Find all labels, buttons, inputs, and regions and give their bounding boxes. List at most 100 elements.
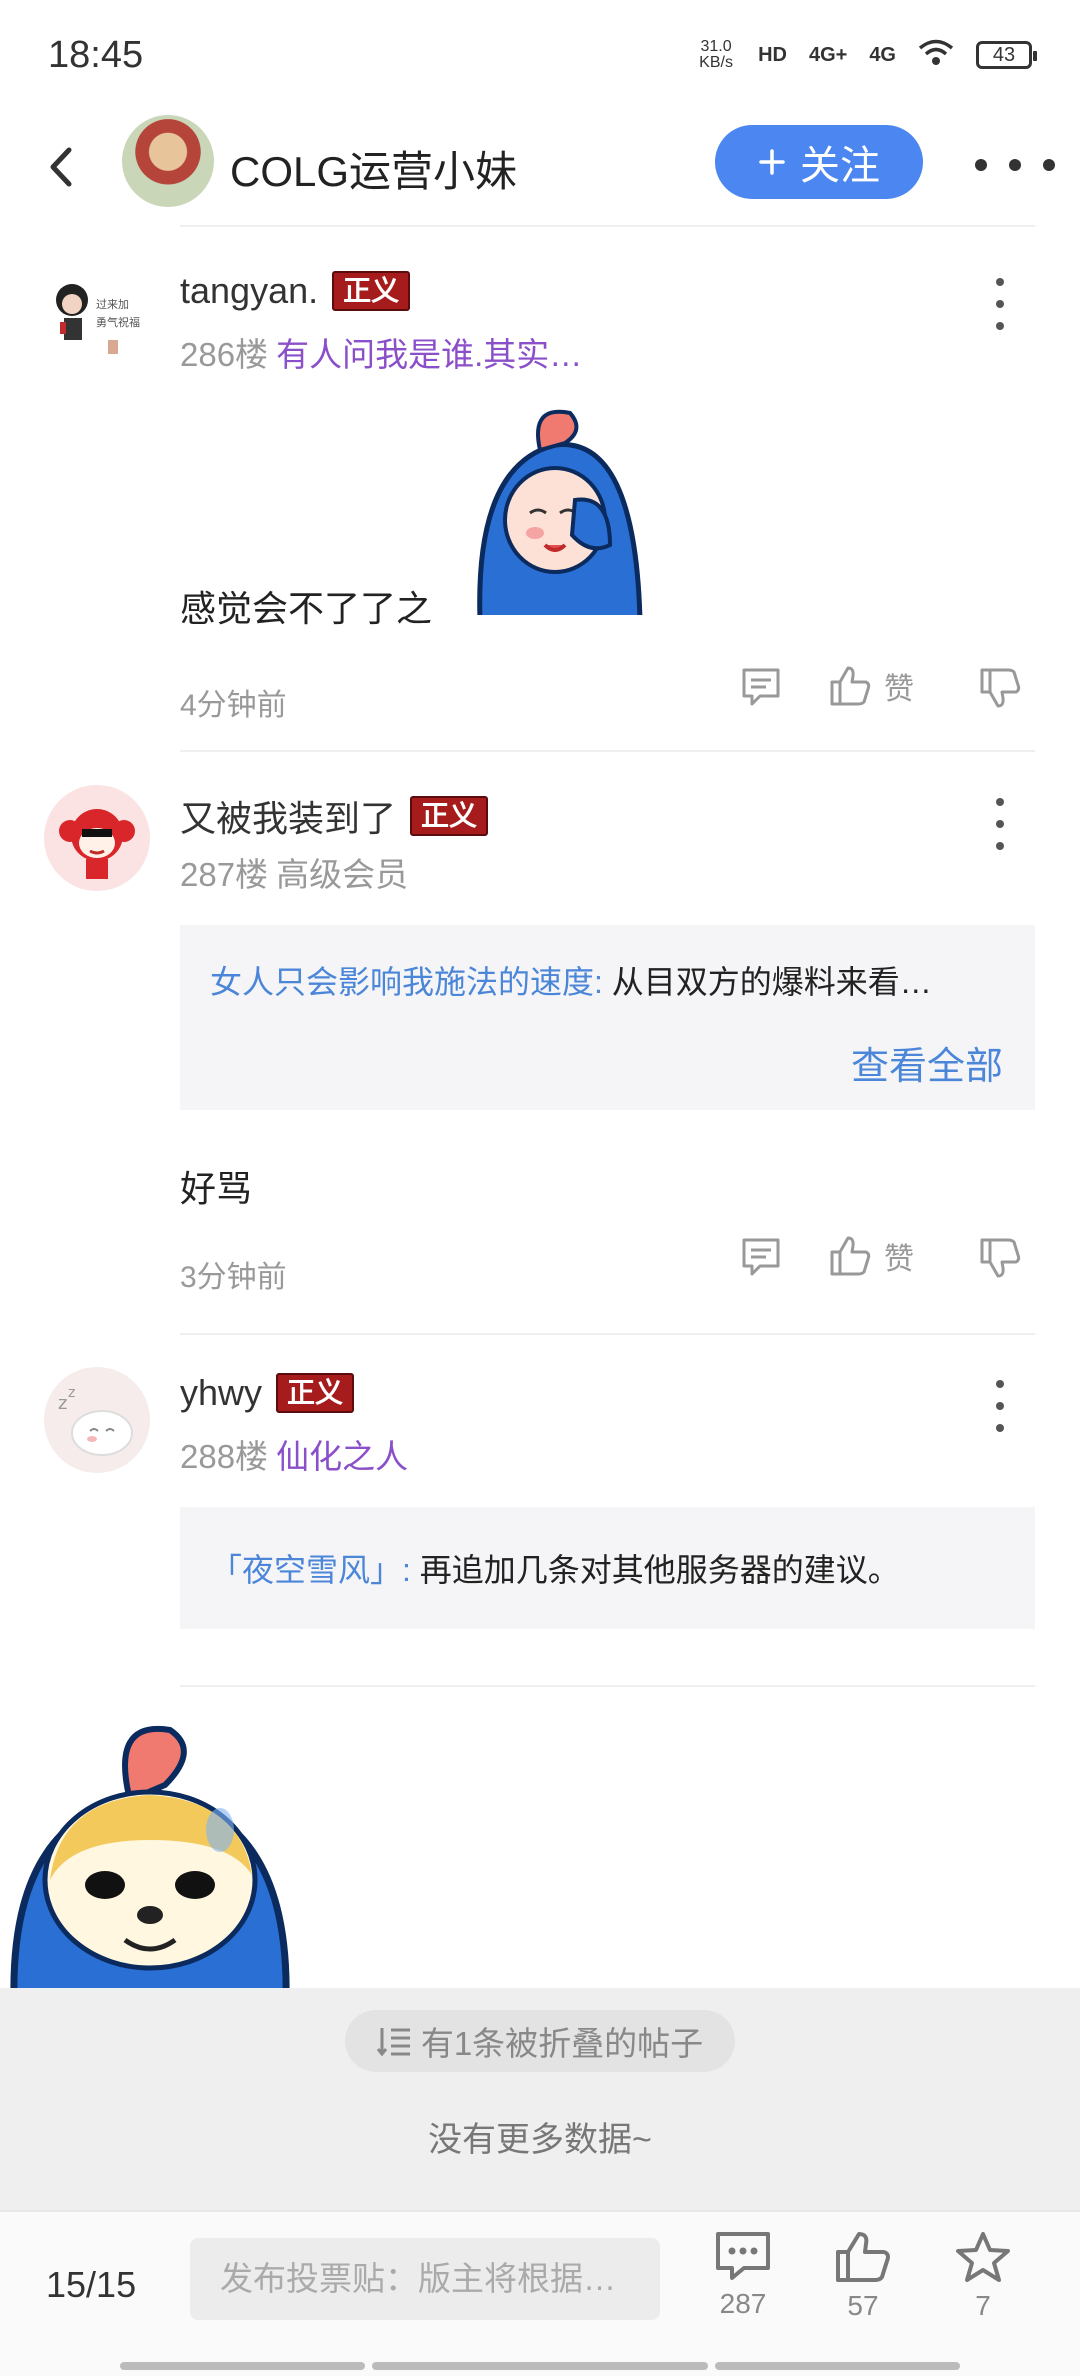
status-bar: 18:45 31.0 KB/s HD 4G+ 4G 43 [0, 0, 1080, 110]
bottom-action-bar: 15/15 发布投票贴：版主将根据… 287 57 7 [0, 2210, 1080, 2376]
user-badge: 正义 [276, 1373, 355, 1413]
thumbs-up-icon [830, 666, 871, 706]
post-menu-button[interactable] [985, 1380, 1015, 1432]
divider [180, 750, 1035, 752]
top-nav: COLG运营小妹 关注 [0, 110, 1080, 225]
more-options-button[interactable] [975, 140, 1055, 190]
signal-4g-icon: 4G [869, 43, 896, 66]
avatar-illustration: 过来加 勇气祝福 [56, 284, 140, 354]
post-288: z z yhwy 正义 288楼 仙化之人 「夜空雪风」: 再追加几条对其他服务器… [0, 1362, 1080, 1682]
svg-text:z: z [68, 1385, 75, 1401]
comment-bubble-icon [716, 2232, 770, 2280]
folded-posts-button[interactable]: 有1条被折叠的帖子 [345, 2010, 735, 2072]
user-avatar[interactable] [44, 785, 150, 891]
post-287: 又被我装到了 正义 287楼 高级会员 女人只会影响我施法的速度: 从目双方的爆料… [0, 780, 1080, 1335]
dislike-button[interactable] [978, 1236, 1022, 1285]
folded-posts-area: 有1条被折叠的帖子 没有更多数据~ [0, 1988, 1080, 2210]
like-thread-button[interactable]: 57 [818, 2230, 908, 2322]
signal-4g-plus-icon: 4G+ [808, 43, 848, 66]
avatar-illustration [59, 809, 135, 879]
thumbs-down-icon [980, 668, 1021, 708]
blue-mascot-sticker [477, 409, 643, 615]
shiba-mascot-icon [10, 1725, 290, 1988]
network-speed: 31.0 KB/s [699, 38, 733, 71]
quoted-text: 从目双方的爆料来看… [602, 964, 932, 1000]
home-indicator [715, 2362, 960, 2370]
status-time: 18:45 [48, 34, 144, 76]
quoted-reply[interactable]: 女人只会影响我施法的速度: 从目双方的爆料来看… 查看全部 [180, 925, 1035, 1110]
favorite-button[interactable]: 7 [938, 2230, 1028, 2322]
username[interactable]: 又被我装到了 [180, 790, 396, 842]
divider [180, 1333, 1035, 1335]
user-badge: 正义 [332, 271, 411, 311]
fold-list-icon [376, 2028, 410, 2057]
follow-button[interactable]: 关注 [715, 125, 923, 199]
post-meta: 286楼 有人问我是谁.其实… [180, 328, 582, 376]
comments-button[interactable]: 287 [698, 2230, 788, 2320]
comment-icon [742, 1238, 780, 1276]
username-row: tangyan. 正义 [180, 270, 411, 312]
divider [180, 1685, 1035, 1687]
username-row: yhwy 正义 [180, 1372, 355, 1414]
username-row: 又被我装到了 正义 [180, 790, 489, 842]
battery-icon: 43 [976, 41, 1037, 69]
floating-mascot[interactable] [0, 1700, 300, 1988]
user-level: 高级会员 [276, 856, 409, 893]
thumbs-down-icon [980, 1238, 1021, 1278]
user-avatar[interactable]: 过来加 勇气祝福 [44, 260, 150, 366]
post-menu-button[interactable] [985, 278, 1015, 330]
post-menu-button[interactable] [985, 798, 1015, 850]
post-actions: 赞 [740, 662, 1030, 712]
hd-icon: HD [758, 43, 787, 66]
svg-text:勇气祝福: 勇气祝福 [96, 315, 140, 329]
quoted-text: 再追加几条对其他服务器的建议。 [410, 1552, 900, 1588]
wifi-icon [918, 39, 954, 72]
quoted-reply[interactable]: 「夜空雪风」: 再追加几条对其他服务器的建议。 [180, 1507, 1035, 1629]
chevron-left-icon [50, 147, 72, 187]
floor-number: 286楼 [180, 336, 269, 373]
favorites-count: 7 [975, 2290, 991, 2321]
star-icon [956, 2232, 1010, 2282]
post-actions: 赞 [740, 1232, 1030, 1282]
post-286: 过来加 勇气祝福 tangyan. 正义 286楼 有人问我是谁.其实… 感觉会不… [0, 260, 1080, 750]
page-indicator[interactable]: 15/15 [46, 2264, 136, 2306]
post-meta: 287楼 高级会员 [180, 848, 408, 896]
like-button[interactable]: 赞 [828, 1234, 914, 1278]
home-indicator [120, 2362, 365, 2370]
quoted-username[interactable]: 「夜空雪风」: [210, 1552, 411, 1588]
dislike-button[interactable] [978, 666, 1022, 715]
avatar-illustration: z z [58, 1385, 133, 1456]
user-avatar[interactable]: z z [44, 1367, 150, 1473]
thumbs-up-icon [836, 2232, 890, 2282]
thumbs-up-icon [830, 1236, 871, 1276]
reply-input[interactable]: 发布投票贴：版主将根据… [190, 2238, 660, 2320]
status-icons: 31.0 KB/s HD 4G+ 4G 43 [696, 34, 1037, 76]
quoted-username[interactable]: 女人只会影响我施法的速度: [210, 964, 603, 1000]
likes-count: 57 [847, 2290, 879, 2321]
like-button[interactable]: 赞 [828, 664, 914, 708]
post-content: 感觉会不了了之 [180, 588, 433, 629]
back-button[interactable] [30, 132, 90, 202]
user-badge: 正义 [410, 796, 489, 836]
post-time: 3分钟前 [180, 1261, 287, 1294]
plus-icon [759, 149, 785, 175]
reply-button[interactable] [740, 666, 782, 713]
page-title: COLG运营小妹 [230, 148, 518, 195]
view-all-link[interactable]: 查看全部 [851, 1035, 1003, 1090]
user-level: 仙化之人 [276, 1438, 409, 1475]
no-more-data-text: 没有更多数据~ [428, 2121, 652, 2159]
comment-icon [742, 668, 780, 706]
floor-number: 287楼 [180, 856, 269, 893]
svg-text:z: z [58, 1393, 67, 1414]
username[interactable]: tangyan. [180, 270, 318, 312]
comments-count: 287 [719, 2288, 767, 2319]
svg-text:过来加: 过来加 [96, 298, 129, 311]
sticker-image[interactable] [460, 405, 665, 615]
author-avatar[interactable] [122, 115, 214, 207]
post-meta: 288楼 仙化之人 [180, 1430, 408, 1478]
post-content: 好骂 [180, 1168, 253, 1209]
divider [180, 225, 1035, 227]
post-time: 4分钟前 [180, 689, 287, 722]
username[interactable]: yhwy [180, 1372, 262, 1414]
reply-button[interactable] [740, 1236, 782, 1283]
